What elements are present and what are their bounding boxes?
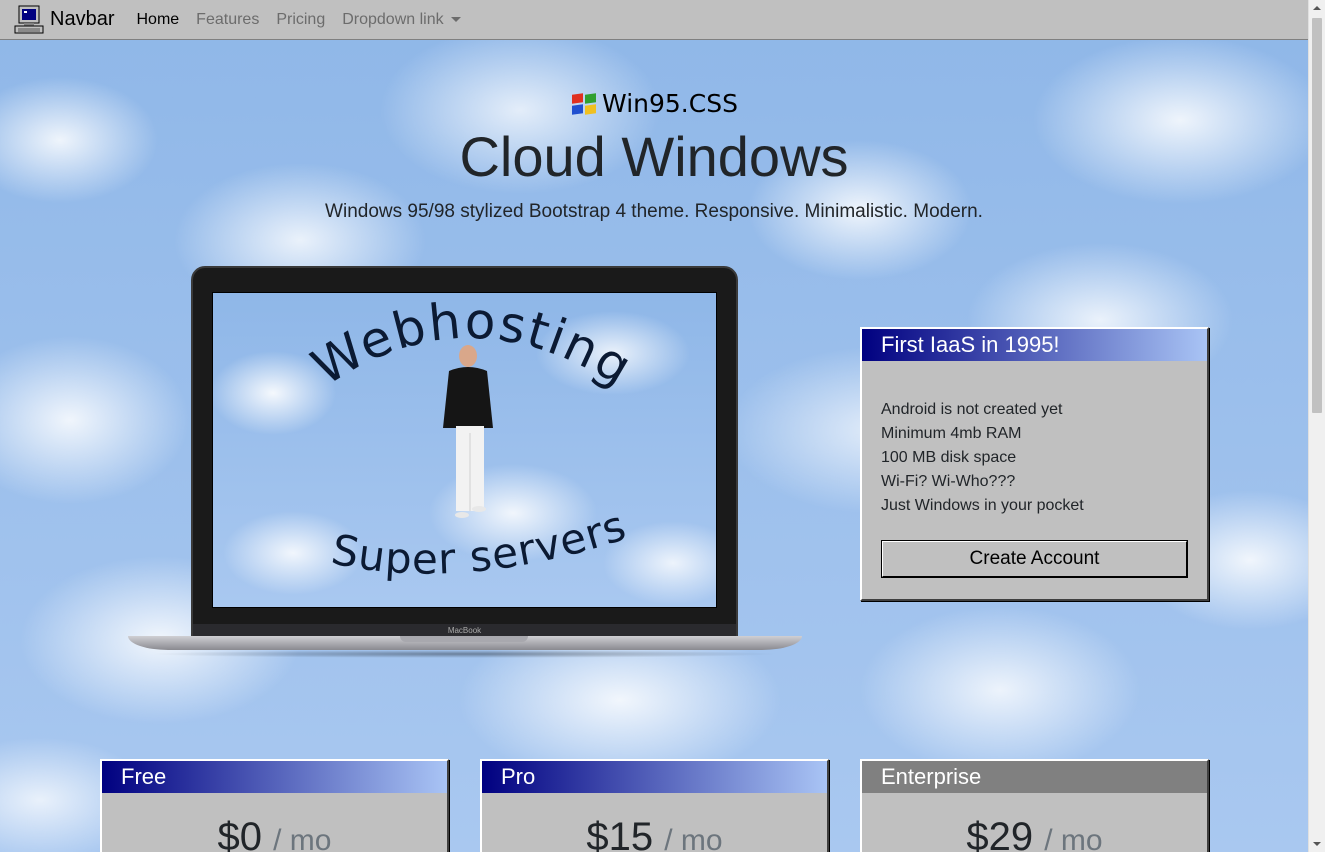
list-item: Wi-Fi? Wi-Who??? (881, 473, 1016, 490)
svg-text:Super servers: Super servers (328, 501, 632, 584)
create-account-button[interactable]: Create Account (881, 540, 1188, 578)
list-item: Minimum 4mb RAM (881, 425, 1022, 442)
person-figure (443, 345, 493, 518)
feature-list: Android is not created yet Minimum 4mb R… (862, 361, 1207, 518)
scroll-thumb[interactable] (1312, 18, 1322, 413)
price-value: $15 (586, 815, 654, 852)
nav-dropdown-link[interactable]: Dropdown link (342, 10, 461, 29)
computer-icon (14, 5, 44, 35)
price-value: $0 (217, 815, 263, 852)
pricing-card-enterprise: Enterprise $29 / mo (860, 759, 1209, 852)
list-item: 100 MB disk space (881, 449, 1017, 466)
price-amount: $0 / mo (102, 793, 447, 852)
nav-link-features[interactable]: Features (196, 11, 259, 29)
price-period: / mo (664, 824, 723, 852)
pricing-card-pro: Pro $15 / mo (480, 759, 829, 852)
price-amount: $29 / mo (862, 793, 1207, 852)
hero-brand: Win95.CSS (0, 89, 1308, 118)
hero-brand-text: Win95.CSS (602, 89, 738, 118)
feature-card: First IaaS in 1995! Android is not creat… (860, 327, 1209, 601)
list-item: Android is not created yet (881, 401, 1063, 418)
laptop-notch (400, 636, 528, 642)
scroll-up-button[interactable] (1309, 0, 1325, 16)
price-value: $29 (966, 815, 1034, 852)
laptop-illustration: Webhosting Super servers MacBook (128, 266, 802, 658)
navbar-brand-text: Navbar (50, 8, 115, 30)
vertical-scrollbar[interactable] (1308, 0, 1325, 852)
pricing-card-title: Pro (482, 761, 827, 793)
list-item: Just Windows in your pocket (881, 497, 1084, 514)
arrow-down-icon (1313, 842, 1321, 846)
navbar-brand[interactable]: Navbar (14, 5, 114, 35)
price-period: / mo (1044, 824, 1103, 852)
laptop-screen: Webhosting Super servers (212, 292, 717, 608)
nav-link-home[interactable]: Home (136, 11, 179, 29)
price-period: / mo (273, 824, 332, 852)
page-title: Cloud Windows (459, 125, 849, 188)
windows-logo-icon (570, 92, 600, 115)
arrow-up-icon (1313, 6, 1321, 10)
screen-text-bottom: Super servers (328, 501, 631, 584)
pricing-card-free: Free $0 / mo (100, 759, 449, 852)
laptop-shadow (148, 650, 782, 658)
scroll-down-button[interactable] (1309, 836, 1325, 852)
pricing-card-title: Free (102, 761, 447, 793)
nav-link-pricing[interactable]: Pricing (276, 11, 325, 29)
page-subtitle: Windows 95/98 stylized Bootstrap 4 theme… (325, 201, 983, 222)
price-amount: $15 / mo (482, 793, 827, 852)
pricing-card-title: Enterprise (862, 761, 1207, 793)
nav-dropdown-label: Dropdown link (342, 10, 444, 28)
laptop-label: MacBook (447, 626, 482, 635)
caret-down-icon (450, 17, 461, 22)
navbar: Navbar Home Features Pricing Dropdown li… (0, 0, 1308, 40)
feature-card-title: First IaaS in 1995! (862, 329, 1207, 361)
